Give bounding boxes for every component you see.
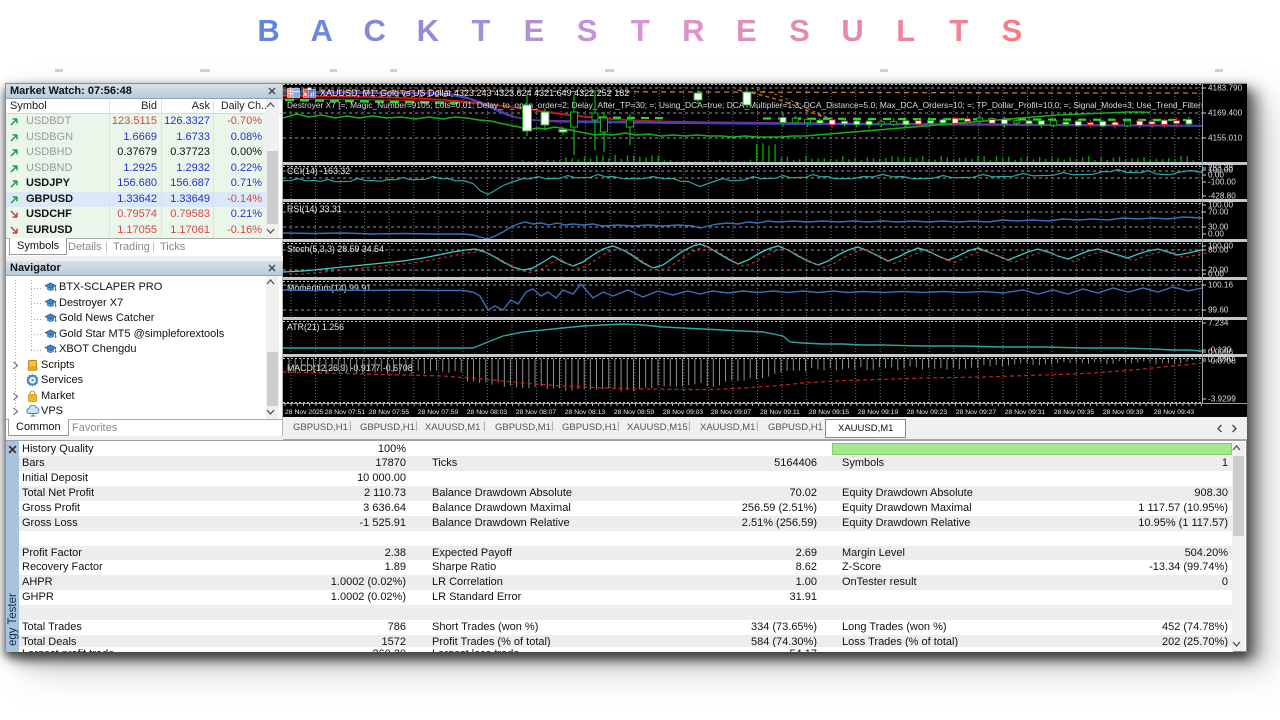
svg-text:28 Nov 07:59: 28 Nov 07:59 (418, 409, 459, 416)
svg-text:7.234: 7.234 (1208, 319, 1229, 328)
svg-text:4169.400: 4169.400 (1208, 109, 1243, 118)
svg-text:28 Nov 09:39: 28 Nov 09:39 (1103, 409, 1144, 416)
svg-text:0.00: 0.00 (1208, 270, 1224, 279)
svg-text:70.00: 70.00 (1208, 208, 1229, 217)
svg-text:28 Nov 08:13: 28 Nov 08:13 (565, 409, 606, 416)
svg-text:28 Nov 09:15: 28 Nov 09:15 (809, 409, 850, 416)
svg-text:Momentum(14) 99.91: Momentum(14) 99.91 (287, 283, 371, 293)
svg-text:CCI(14) -163.32: CCI(14) -163.32 (287, 166, 350, 176)
svg-text:28 Nov 09:23: 28 Nov 09:23 (907, 409, 948, 416)
svg-text:28 Nov 07:51: 28 Nov 07:51 (325, 409, 366, 416)
svg-text:28 Nov 08:07: 28 Nov 08:07 (516, 409, 557, 416)
svg-text:28 Nov 07:55: 28 Nov 07:55 (369, 409, 410, 416)
svg-text:28 Nov 09:03: 28 Nov 09:03 (663, 409, 704, 416)
svg-text:28 Nov 09:27: 28 Nov 09:27 (956, 409, 997, 416)
svg-text:28 Nov 09:35: 28 Nov 09:35 (1054, 409, 1095, 416)
svg-text:-0.6708: -0.6708 (1208, 357, 1236, 366)
svg-text:100.16: 100.16 (1208, 281, 1233, 290)
svg-text:-428.80: -428.80 (1208, 192, 1236, 201)
svg-text:28 Nov 09:19: 28 Nov 09:19 (858, 409, 899, 416)
svg-text:-100.00: -100.00 (1208, 178, 1236, 187)
svg-text:Stoch(5,3,3) 28.59 34.54: Stoch(5,3,3) 28.59 34.54 (287, 244, 384, 254)
svg-text:99.60: 99.60 (1208, 306, 1229, 315)
svg-text:Destroyer X7 [=; Magic_Number=: Destroyer X7 [=; Magic_Number=9105; Lots… (287, 100, 1247, 110)
svg-text:80.00: 80.00 (1208, 246, 1229, 255)
svg-text:0.00: 0.00 (1208, 230, 1224, 239)
svg-text:XAUUSD, M1: Gold vs US Dollar: XAUUSD, M1: Gold vs US Dollar 4323.243 4… (320, 88, 629, 98)
svg-text:28 Nov 2025: 28 Nov 2025 (285, 409, 324, 416)
svg-text:ATR(21) 1.256: ATR(21) 1.256 (287, 322, 344, 332)
svg-text:28 Nov 09:43: 28 Nov 09:43 (1154, 409, 1195, 416)
svg-text:RSI(14) 33.31: RSI(14) 33.31 (287, 204, 342, 214)
svg-text:28 Nov 09:11: 28 Nov 09:11 (760, 409, 800, 416)
svg-text:-3.9299: -3.9299 (1208, 395, 1236, 404)
svg-text:4155.010: 4155.010 (1208, 134, 1243, 143)
svg-text:28 Nov 08:03: 28 Nov 08:03 (467, 409, 508, 416)
svg-text:4183.790: 4183.790 (1208, 84, 1243, 93)
svg-text:28 Nov 08:59: 28 Nov 08:59 (614, 409, 655, 416)
svg-text:28 Nov 09:31: 28 Nov 09:31 (1005, 409, 1046, 416)
svg-text:28 Nov 09:07: 28 Nov 09:07 (711, 409, 752, 416)
